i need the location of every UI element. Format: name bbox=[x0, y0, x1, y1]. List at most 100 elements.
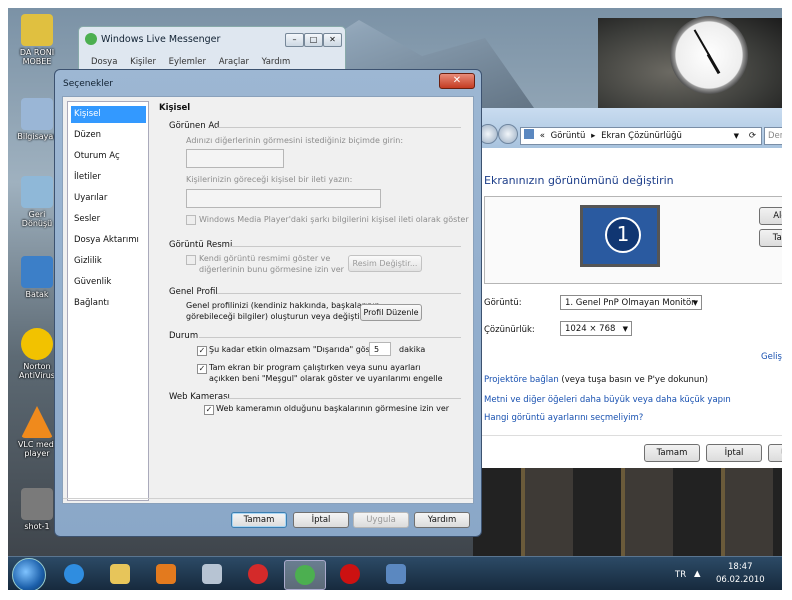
start-button[interactable] bbox=[12, 558, 46, 590]
taskbar-messenger[interactable] bbox=[284, 560, 326, 590]
desktop-icon-user[interactable]: DA RONI MOBEE bbox=[10, 14, 64, 66]
close-button[interactable]: ✕ bbox=[323, 33, 342, 47]
divider bbox=[217, 127, 461, 128]
divider bbox=[474, 435, 782, 436]
recycle-bin-icon bbox=[21, 176, 53, 208]
computer-icon bbox=[21, 98, 53, 130]
personal-message-input[interactable] bbox=[186, 189, 381, 208]
text-size-link[interactable]: Metni ve diğer öğeleri daha büyük veya d… bbox=[484, 395, 731, 405]
folder-icon bbox=[110, 564, 130, 584]
folder-icon bbox=[21, 14, 53, 46]
away-unit: dakika bbox=[399, 345, 426, 354]
category-layout[interactable]: Düzen bbox=[71, 127, 146, 144]
apply-button[interactable]: Uygula bbox=[353, 512, 409, 528]
away-label: Şu kadar etkin olmazsam "Dışarıda" göste… bbox=[209, 345, 384, 354]
menu-help[interactable]: Yardım bbox=[262, 57, 291, 67]
taskbar-calculator[interactable] bbox=[192, 560, 232, 588]
category-personal[interactable]: Kişisel bbox=[71, 106, 146, 123]
category-privacy[interactable]: Gizlilik bbox=[71, 253, 146, 270]
cancel-button[interactable]: İptal bbox=[293, 512, 349, 528]
divider bbox=[225, 398, 461, 399]
which-settings-link[interactable]: Hangi görüntü ayarlarını seçmeliyim? bbox=[484, 413, 643, 423]
search-box[interactable]: Der bbox=[764, 127, 782, 145]
chevron-left-icon: « bbox=[539, 131, 545, 141]
opera-icon bbox=[340, 564, 360, 584]
forward-button[interactable] bbox=[498, 124, 518, 144]
wmp-checkbox[interactable] bbox=[186, 215, 196, 225]
clock-minute-hand bbox=[693, 29, 711, 57]
messenger-icon bbox=[295, 565, 315, 585]
display-settings-window[interactable]: « Görüntü ▸ Ekran Çözünürlüğü ▼ ⟳ Der Ek… bbox=[473, 108, 782, 468]
edit-profile-button[interactable]: Profil Düzenle bbox=[360, 304, 422, 321]
red-eye-icon bbox=[248, 564, 268, 584]
identify-button[interactable]: Tan bbox=[759, 229, 782, 247]
language-indicator[interactable]: TR bbox=[675, 570, 686, 580]
webcam-checkbox[interactable]: ✓ bbox=[204, 405, 214, 415]
vlc-cone-icon bbox=[21, 406, 53, 438]
chevron-down-icon: ▼ bbox=[622, 325, 628, 333]
clock-date[interactable]: 06.02.2010 bbox=[716, 575, 765, 585]
tray-arrow-icon[interactable]: ▲ bbox=[694, 569, 701, 579]
maximize-button[interactable]: □ bbox=[304, 33, 323, 47]
ok-button[interactable]: Tamam bbox=[231, 512, 287, 528]
picture-header: Görüntü Resmi bbox=[169, 240, 233, 250]
help-button[interactable]: Yardım bbox=[414, 512, 470, 528]
show-picture-checkbox[interactable] bbox=[186, 255, 196, 265]
taskbar-opera[interactable] bbox=[330, 560, 370, 588]
taskbar-media-player[interactable] bbox=[146, 560, 186, 588]
address-bar[interactable]: « Görüntü ▸ Ekran Çözünürlüğü ▼ ⟳ bbox=[520, 127, 762, 145]
clock-hour-hand bbox=[706, 53, 721, 75]
category-connection[interactable]: Bağlantı bbox=[71, 295, 146, 312]
calculator-icon bbox=[202, 564, 222, 584]
projector-hint: (veya tuşa basın ve P'ye dokunun) bbox=[558, 375, 709, 385]
chevron-down-icon[interactable]: ▼ bbox=[734, 128, 739, 144]
menu-actions[interactable]: Eylemler bbox=[169, 57, 206, 67]
messenger-title: Windows Live Messenger bbox=[101, 34, 221, 45]
refresh-icon[interactable]: ⟳ bbox=[749, 128, 756, 144]
display-cancel-button[interactable]: İptal bbox=[706, 444, 762, 462]
change-picture-button[interactable]: Resim Değiştir... bbox=[348, 255, 422, 272]
category-file-transfer[interactable]: Dosya Aktarımı bbox=[71, 232, 146, 249]
profile-desc-1: Genel profilinizi (kendiniz hakkında, ba… bbox=[186, 301, 380, 310]
clock-gadget[interactable] bbox=[670, 16, 748, 94]
busy-checkbox[interactable]: ✓ bbox=[197, 364, 207, 374]
category-alerts[interactable]: Uyarılar bbox=[71, 190, 146, 207]
menu-contacts[interactable]: Kişiler bbox=[130, 57, 156, 67]
profile-header: Genel Profil bbox=[169, 287, 218, 297]
webcam-label: Web kameramın olduğunu başkalarının görm… bbox=[216, 404, 450, 413]
taskbar-control-panel[interactable] bbox=[376, 560, 416, 588]
dialog-title: Seçenekler bbox=[63, 79, 113, 89]
projector-link[interactable]: Projektöre bağlan bbox=[484, 375, 559, 385]
advanced-settings-link[interactable]: Gelişm bbox=[761, 352, 782, 362]
display-ok-button[interactable]: Tamam bbox=[644, 444, 700, 462]
status-header: Durum bbox=[169, 331, 199, 341]
category-signin[interactable]: Oturum Aç bbox=[71, 148, 146, 165]
display-name-input[interactable] bbox=[186, 149, 284, 168]
clock-time[interactable]: 18:47 bbox=[728, 562, 753, 572]
menu-file[interactable]: Dosya bbox=[91, 57, 117, 67]
minimize-button[interactable]: – bbox=[285, 33, 304, 47]
options-category-list: Kişisel Düzen Oturum Aç İletiler Uyarıla… bbox=[67, 101, 149, 501]
category-sounds[interactable]: Sesler bbox=[71, 211, 146, 228]
display-name-header: Görünen Ad bbox=[169, 121, 220, 131]
category-messages[interactable]: İletiler bbox=[71, 169, 146, 186]
close-button[interactable]: ✕ bbox=[439, 73, 475, 89]
projector-line: Projektöre bağlan (veya tuşa basın ve P'… bbox=[484, 375, 708, 385]
menu-tools[interactable]: Araçlar bbox=[219, 57, 249, 67]
display-apply-button[interactable]: U bbox=[768, 444, 782, 462]
category-security[interactable]: Güvenlik bbox=[71, 274, 146, 291]
away-checkbox[interactable]: ✓ bbox=[197, 346, 207, 356]
display-select[interactable]: 1. Genel PnP Olmayan Monitör ▼ bbox=[560, 295, 702, 310]
taskbar-app-eye[interactable] bbox=[238, 560, 278, 588]
display-name-desc: Adınızı diğerlerinin görmesini istediğin… bbox=[186, 136, 404, 145]
display-select-value: 1. Genel PnP Olmayan Monitör bbox=[565, 298, 695, 308]
resolution-select[interactable]: 1024 × 768 ▼ bbox=[560, 321, 632, 336]
taskbar-ie[interactable] bbox=[54, 560, 94, 588]
away-minutes-input[interactable]: 5 bbox=[369, 342, 391, 356]
breadcrumb-display[interactable]: Görüntü bbox=[551, 131, 586, 141]
detect-button[interactable]: Alg bbox=[759, 207, 782, 225]
breadcrumb-resolution[interactable]: Ekran Çözünürlüğü bbox=[601, 131, 682, 141]
options-dialog[interactable]: Seçenekler ✕ Kişisel Düzen Oturum Aç İle… bbox=[54, 69, 482, 537]
monitor-thumbnail[interactable]: 1 bbox=[580, 205, 660, 267]
taskbar-explorer[interactable] bbox=[100, 560, 140, 588]
